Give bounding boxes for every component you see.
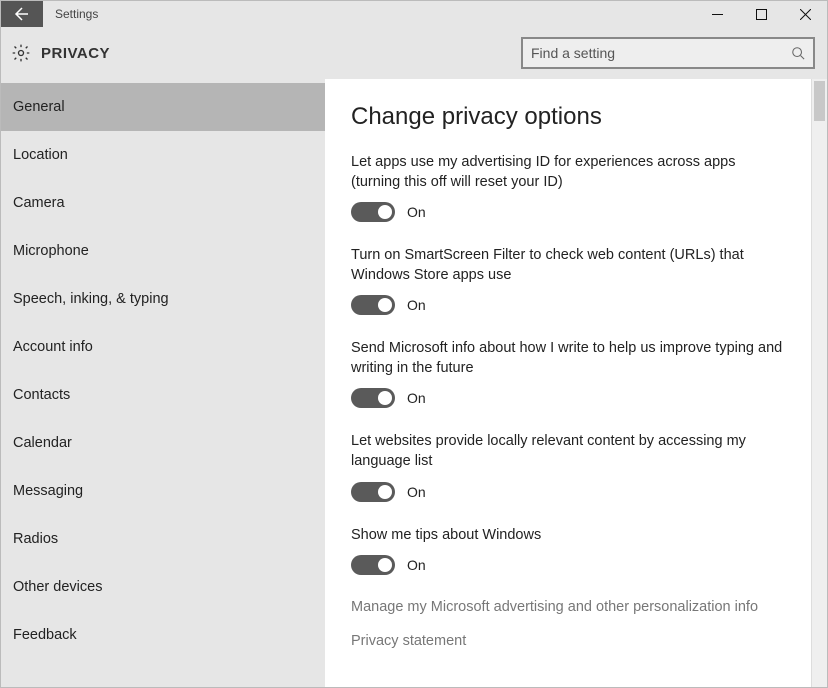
sidebar-item-contacts[interactable]: Contacts: [1, 371, 325, 419]
sidebar-item-label: Location: [13, 147, 68, 163]
toggle-state: On: [407, 557, 426, 573]
toggle-language-list[interactable]: [351, 482, 395, 502]
close-icon: [800, 9, 811, 20]
toggle-tips[interactable]: [351, 555, 395, 575]
option-label: Send Microsoft info about how I write to…: [351, 339, 785, 378]
link-privacy-statement[interactable]: Privacy statement: [351, 633, 785, 649]
toggle-knob: [378, 298, 392, 312]
option-label: Let websites provide locally relevant co…: [351, 432, 785, 471]
maximize-button[interactable]: [739, 1, 783, 27]
maximize-icon: [756, 9, 767, 20]
page-title: PRIVACY: [41, 45, 110, 62]
toggle-state: On: [407, 204, 426, 220]
back-arrow-icon: [14, 6, 30, 22]
toggle-knob: [378, 558, 392, 572]
toggle-state: On: [407, 484, 426, 500]
scrollbar[interactable]: [811, 79, 827, 687]
content-heading: Change privacy options: [351, 103, 785, 131]
body: General Location Camera Microphone Speec…: [1, 79, 827, 687]
sidebar-item-label: Contacts: [13, 387, 70, 403]
sidebar-item-account-info[interactable]: Account info: [1, 323, 325, 371]
settings-window: Settings PRIVACY: [0, 0, 828, 688]
toggle-state: On: [407, 297, 426, 313]
app-title: Settings: [43, 1, 695, 27]
sidebar-item-label: Account info: [13, 339, 93, 355]
window-controls: [695, 1, 827, 27]
sidebar-item-label: General: [13, 99, 65, 115]
toggle-smartscreen[interactable]: [351, 295, 395, 315]
option-label: Turn on SmartScreen Filter to check web …: [351, 246, 785, 285]
sidebar-item-speech-inking-typing[interactable]: Speech, inking, & typing: [1, 275, 325, 323]
gear-icon: [11, 43, 31, 63]
sidebar-item-messaging[interactable]: Messaging: [1, 467, 325, 515]
toggle-knob: [378, 205, 392, 219]
sidebar-item-label: Microphone: [13, 243, 89, 259]
sidebar-item-camera[interactable]: Camera: [1, 179, 325, 227]
sidebar-item-feedback[interactable]: Feedback: [1, 611, 325, 659]
option-typing-info: Send Microsoft info about how I write to…: [351, 339, 785, 408]
sidebar: General Location Camera Microphone Speec…: [1, 79, 325, 687]
toggle-knob: [378, 485, 392, 499]
minimize-icon: [712, 9, 723, 20]
option-language-list: Let websites provide locally relevant co…: [351, 432, 785, 501]
sidebar-item-label: Speech, inking, & typing: [13, 291, 169, 307]
header: PRIVACY: [1, 27, 827, 79]
content: Change privacy options Let apps use my a…: [325, 79, 811, 687]
sidebar-item-label: Other devices: [13, 579, 102, 595]
option-tips: Show me tips about Windows On: [351, 526, 785, 576]
toggle-advertising-id[interactable]: [351, 202, 395, 222]
sidebar-item-location[interactable]: Location: [1, 131, 325, 179]
back-button[interactable]: [1, 1, 43, 27]
search-input[interactable]: [531, 45, 791, 61]
toggle-state: On: [407, 390, 426, 406]
search-box[interactable]: [521, 37, 815, 69]
titlebar: Settings: [1, 1, 827, 27]
sidebar-item-label: Radios: [13, 531, 58, 547]
close-button[interactable]: [783, 1, 827, 27]
sidebar-item-label: Messaging: [13, 483, 83, 499]
option-label: Show me tips about Windows: [351, 526, 785, 546]
minimize-button[interactable]: [695, 1, 739, 27]
sidebar-item-calendar[interactable]: Calendar: [1, 419, 325, 467]
sidebar-item-label: Feedback: [13, 627, 77, 643]
sidebar-item-other-devices[interactable]: Other devices: [1, 563, 325, 611]
toggle-typing-info[interactable]: [351, 388, 395, 408]
option-smartscreen: Turn on SmartScreen Filter to check web …: [351, 246, 785, 315]
sidebar-item-label: Camera: [13, 195, 65, 211]
toggle-knob: [378, 391, 392, 405]
sidebar-item-label: Calendar: [13, 435, 72, 451]
sidebar-item-general[interactable]: General: [1, 83, 325, 131]
link-manage-advertising[interactable]: Manage my Microsoft advertising and othe…: [351, 599, 785, 615]
search-icon: [791, 46, 805, 60]
scrollbar-thumb[interactable]: [814, 81, 825, 121]
option-advertising-id: Let apps use my advertising ID for exper…: [351, 153, 785, 222]
content-wrap: Change privacy options Let apps use my a…: [325, 79, 827, 687]
option-label: Let apps use my advertising ID for exper…: [351, 153, 785, 192]
sidebar-item-microphone[interactable]: Microphone: [1, 227, 325, 275]
sidebar-item-radios[interactable]: Radios: [1, 515, 325, 563]
